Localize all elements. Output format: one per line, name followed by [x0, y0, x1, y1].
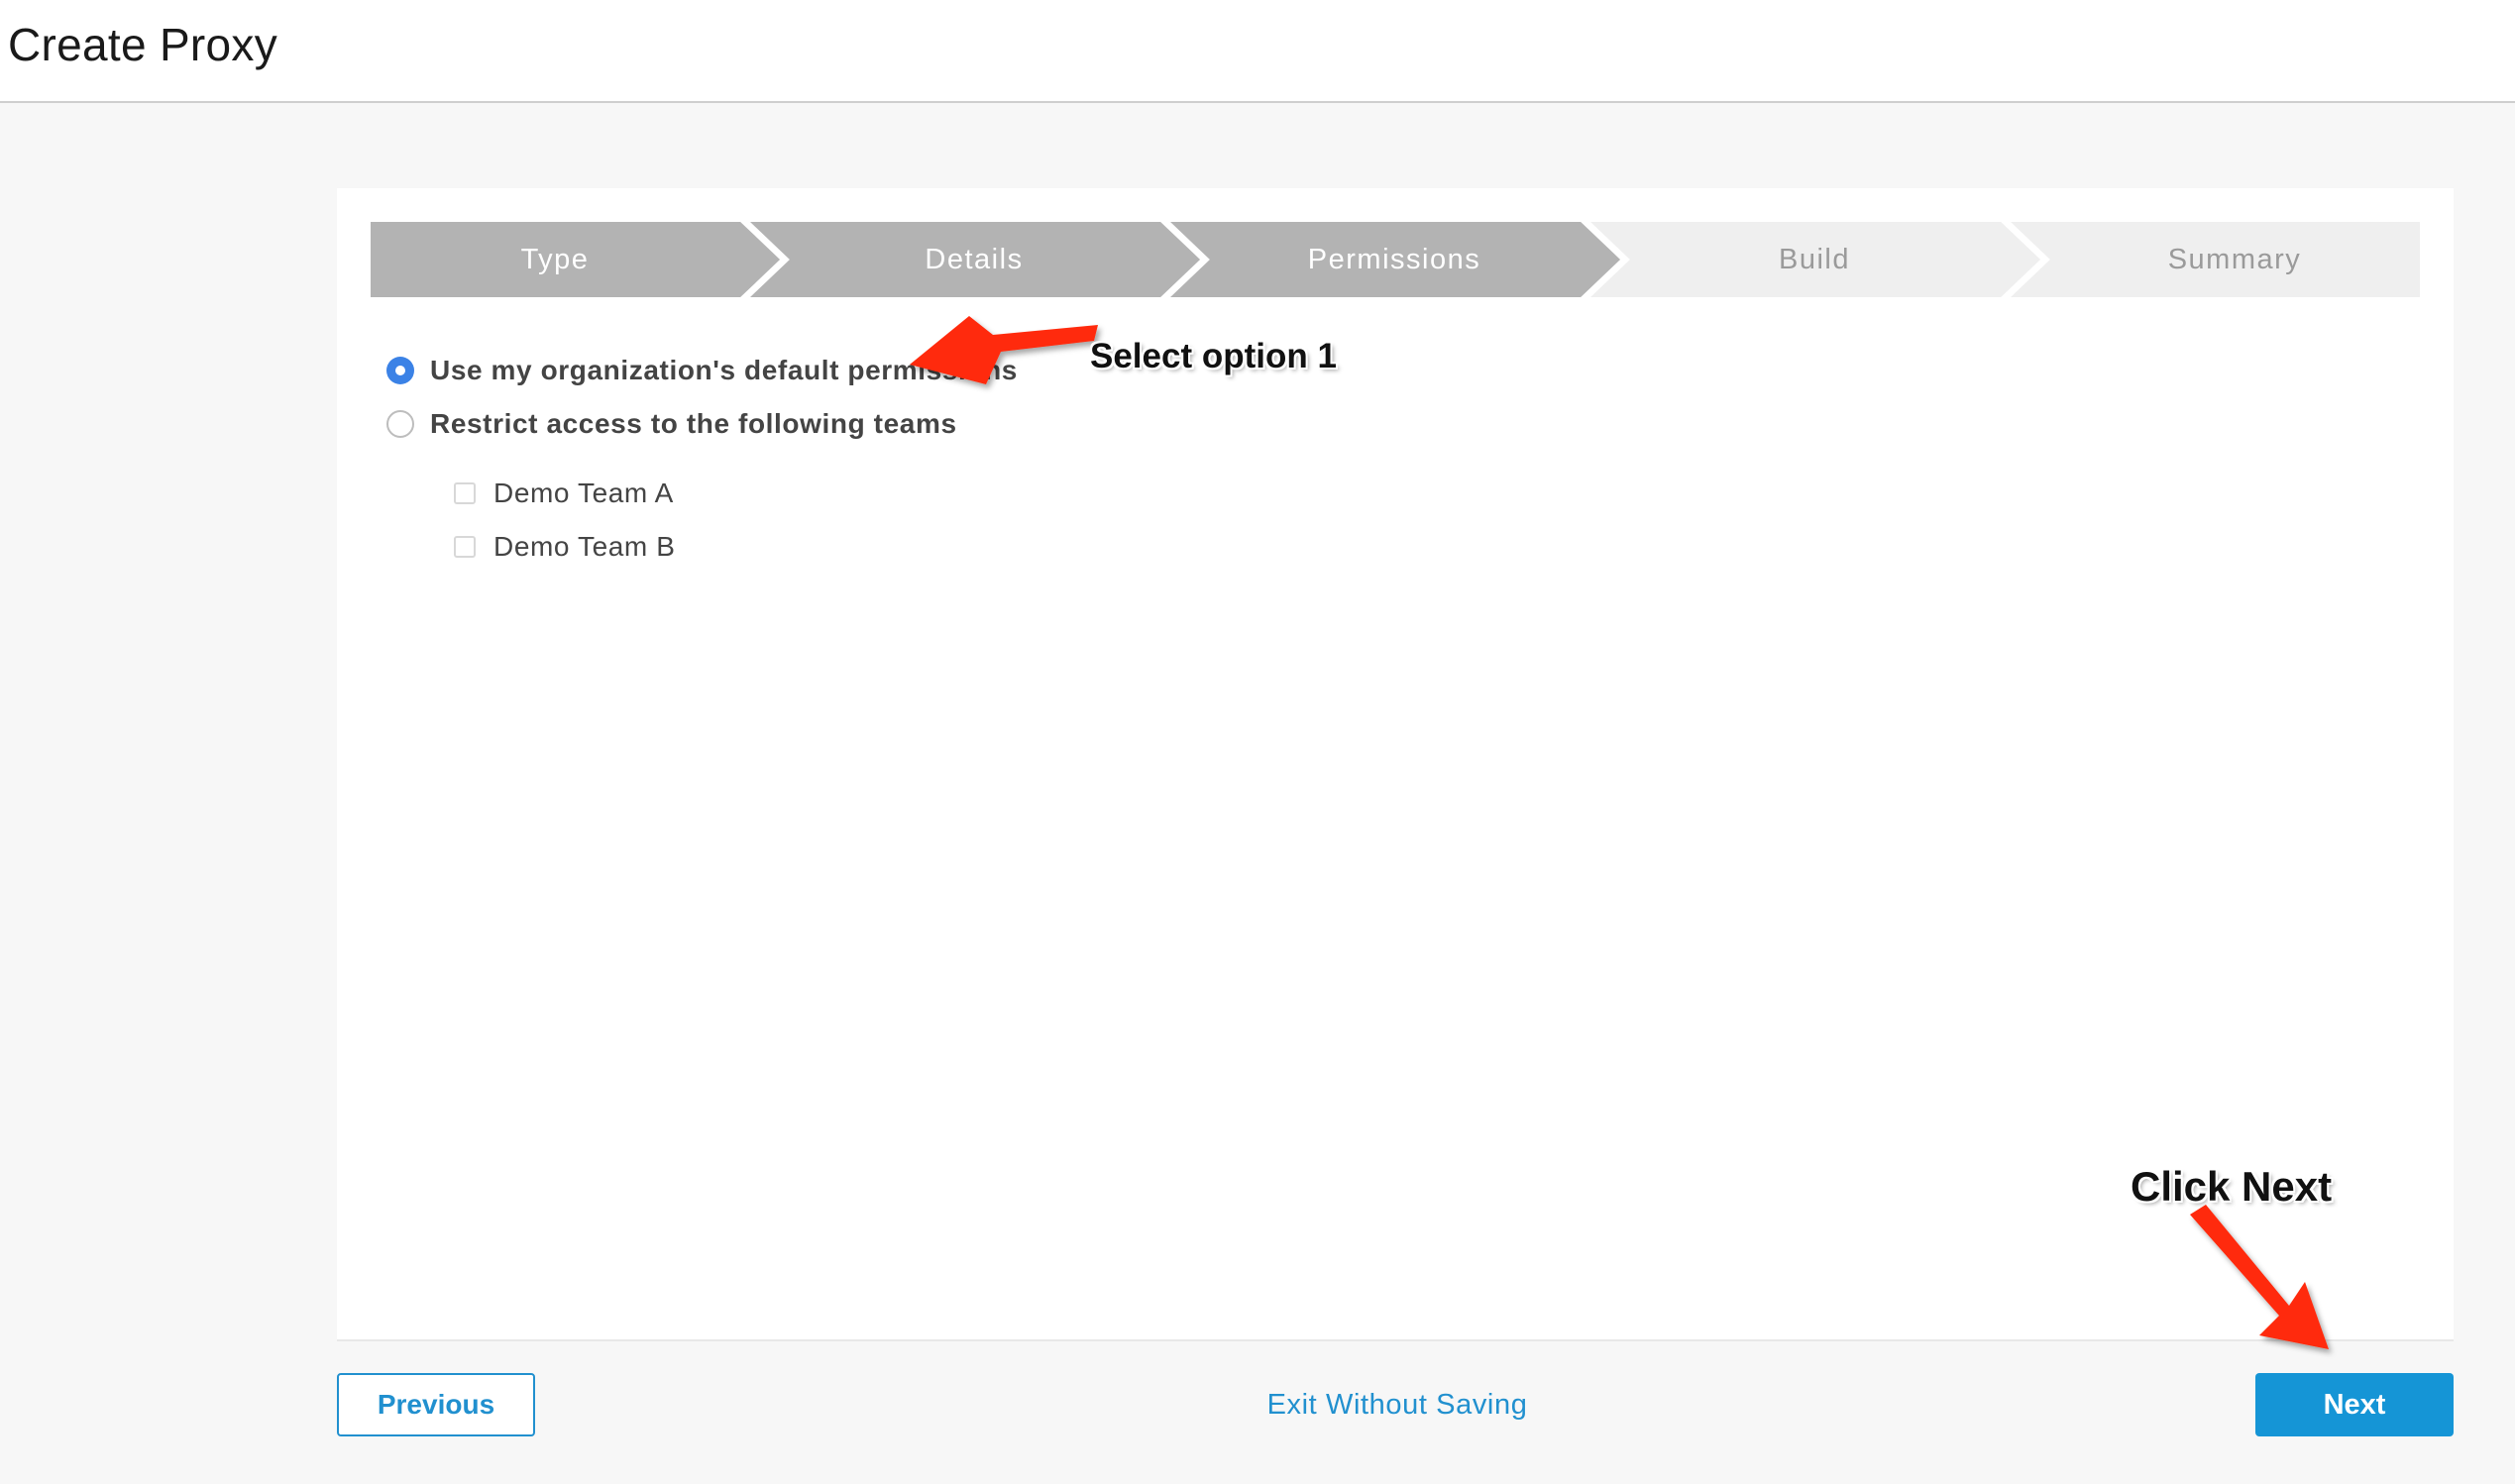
team-demo-a-label: Demo Team A [493, 477, 674, 508]
option-default-permissions[interactable]: Use my organization's default permission… [386, 355, 1018, 386]
exit-without-saving-link[interactable]: Exit Without Saving [1189, 1373, 1605, 1436]
annotation-select-option: Select option 1 [1090, 337, 1337, 375]
previous-button[interactable]: Previous [337, 1373, 535, 1436]
annotation-click-next: Click Next [2131, 1163, 2333, 1210]
radio-restrict-access[interactable] [386, 410, 414, 438]
step-build: Build [1779, 244, 1850, 275]
option-restrict-access[interactable]: Restrict access to the following teams [386, 408, 957, 440]
step-summary: Summary [2167, 244, 2302, 275]
checkbox-demo-team-b[interactable] [454, 536, 476, 558]
checkbox-demo-team-a[interactable] [454, 482, 476, 504]
next-button[interactable]: Next [2255, 1373, 2454, 1436]
option-default-permissions-label: Use my organization's default permission… [430, 355, 1018, 385]
step-details: Details [925, 244, 1024, 275]
panel-divider [337, 1339, 2454, 1341]
step-permissions: Permissions [1307, 244, 1481, 275]
team-demo-b[interactable]: Demo Team B [454, 531, 676, 563]
team-demo-b-label: Demo Team B [493, 531, 676, 562]
radio-default-permissions[interactable] [386, 357, 414, 384]
step-type: Type [520, 244, 590, 275]
team-demo-a[interactable]: Demo Team A [454, 477, 674, 509]
option-restrict-access-label: Restrict access to the following teams [430, 408, 957, 439]
